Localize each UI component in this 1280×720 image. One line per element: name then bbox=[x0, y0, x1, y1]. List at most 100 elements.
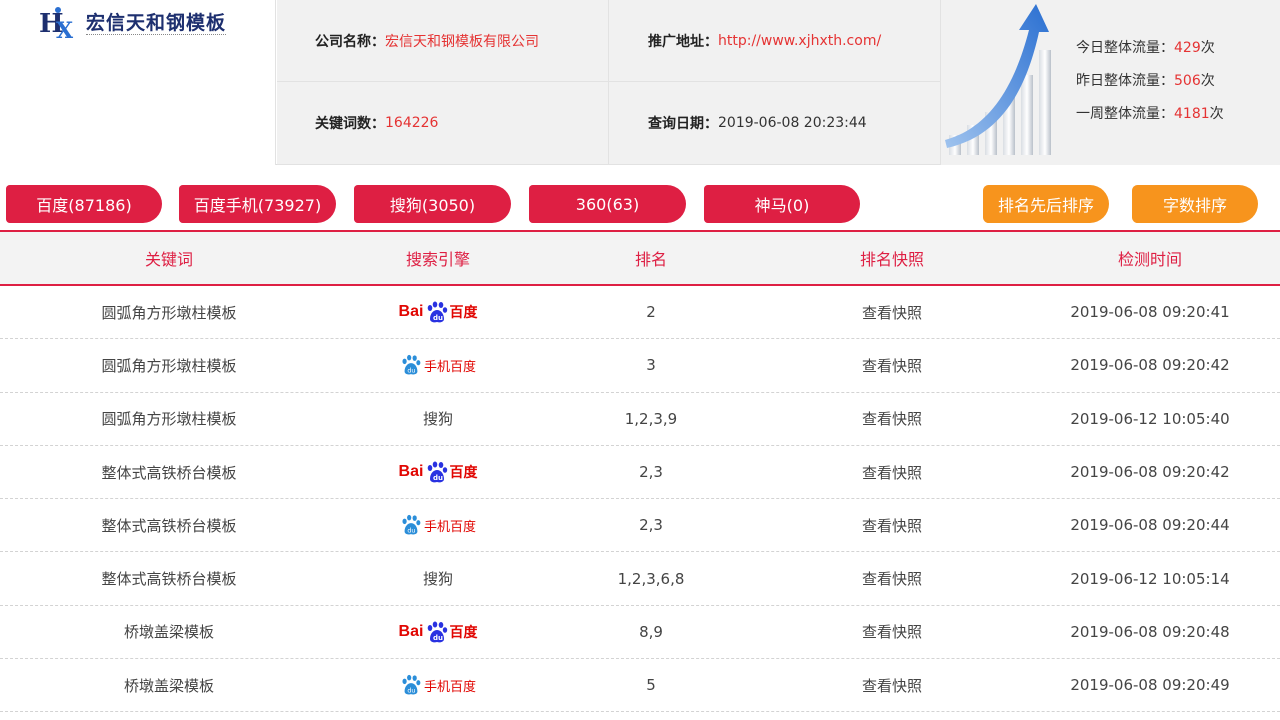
tab-sogou[interactable]: 搜狗(3050) bbox=[354, 185, 511, 223]
company-name-cell: 公司名称： 宏信天和钢模板有限公司 bbox=[277, 0, 609, 82]
mobile-baidu-text: 手机百度 bbox=[423, 519, 476, 535]
header-check-time: 检测时间 bbox=[1117, 250, 1182, 269]
logo-area[interactable]: H X 宏信天和钢模板 bbox=[0, 0, 276, 165]
row-engine: Bai du 百度 bbox=[338, 460, 538, 484]
row-check-time: 2019-06-08 09:20:41 bbox=[1070, 303, 1230, 322]
row-rank: 2,3 bbox=[639, 463, 663, 482]
tab-360[interactable]: 360(63) bbox=[529, 185, 686, 223]
baidu-logo-cn: 百度 bbox=[449, 624, 478, 641]
engine-tabs: 百度(87186) 百度手机(73927) 搜狗(3050) 360(63) 神… bbox=[0, 183, 1280, 225]
baidu-logo-text: Bai bbox=[398, 303, 424, 321]
row-engine: du 手机百度 bbox=[338, 354, 538, 376]
paw-icon: du bbox=[402, 675, 421, 695]
svg-text:du: du bbox=[433, 314, 443, 322]
baidu-logo-icon: Bai du 百度 bbox=[398, 620, 478, 644]
sort-by-rank-button[interactable]: 排名先后排序 bbox=[983, 185, 1109, 223]
traffic-stats: 今日整体流量：429次 昨日整体流量：506次 一周整体流量：4181次 bbox=[1076, 32, 1224, 131]
row-keyword: 桥墩盖梁模板 bbox=[123, 676, 214, 695]
traffic-week-label: 一周整体流量： bbox=[1076, 106, 1174, 122]
header-snapshot: 排名快照 bbox=[859, 250, 924, 269]
row-check-time: 2019-06-12 10:05:14 bbox=[1070, 569, 1230, 588]
row-engine: Bai du 百度 bbox=[338, 300, 538, 324]
promo-url-link[interactable]: http://www.xjhxth.com/ bbox=[718, 33, 881, 49]
tab-shenma[interactable]: 神马(0) bbox=[704, 185, 860, 223]
table-row: 整体式高铁桥台模板 搜狗 1,2,3,6,8 查看快照 2019-06-12 10:… bbox=[0, 552, 1280, 606]
traffic-today-unit: 次 bbox=[1200, 40, 1215, 56]
keywords-value: 164226 bbox=[385, 115, 439, 131]
baidu-logo-icon: Bai du 百度 bbox=[398, 460, 478, 484]
baidu-logo-cn: 百度 bbox=[449, 465, 478, 482]
sogou-label: 搜狗 bbox=[422, 570, 453, 589]
row-rank: 8,9 bbox=[639, 622, 663, 641]
row-keyword: 整体式高铁桥台模板 bbox=[101, 463, 237, 482]
tab-baidu[interactable]: 百度(87186) bbox=[6, 185, 162, 223]
company-value: 宏信天和钢模板有限公司 bbox=[385, 33, 539, 50]
traffic-panel: 今日整体流量：429次 昨日整体流量：506次 一周整体流量：4181次 bbox=[941, 0, 1280, 165]
svg-text:du: du bbox=[407, 687, 415, 695]
baidu-logo-cn: 百度 bbox=[449, 305, 478, 322]
keyword-count-cell: 关键词数： 164226 bbox=[277, 82, 609, 165]
brand-subline bbox=[86, 34, 226, 37]
traffic-today: 今日整体流量：429次 bbox=[1076, 32, 1224, 65]
view-snapshot-link[interactable]: 查看快照 bbox=[764, 515, 1020, 536]
growth-chart-icon bbox=[945, 4, 1051, 155]
table-row: 圆弧角方形墩柱模板 du 手机百度 3 查看快照 2019-06-08 09:20:… bbox=[0, 339, 1280, 393]
row-keyword: 整体式高铁桥台模板 bbox=[101, 570, 237, 589]
row-keyword: 圆弧角方形墩柱模板 bbox=[101, 356, 237, 375]
tab-baidu-mobile[interactable]: 百度手机(73927) bbox=[179, 185, 336, 223]
baidu-logo-text: Bai bbox=[398, 622, 424, 640]
header: H X 宏信天和钢模板 公司名称： 宏信天和钢模板有限公司 推广地址： http… bbox=[0, 0, 1280, 165]
row-check-time: 2019-06-08 09:20:48 bbox=[1070, 622, 1230, 641]
traffic-today-label: 今日整体流量： bbox=[1076, 40, 1174, 56]
paw-icon: du bbox=[428, 461, 448, 483]
table-row: 圆弧角方形墩柱模板 Bai du 百度 2 查看快照 2019-06-08 09:2… bbox=[0, 286, 1280, 340]
promo-url-cell: 推广地址： http://www.xjhxth.com/ bbox=[609, 0, 941, 82]
row-check-time: 2019-06-08 09:20:42 bbox=[1070, 356, 1230, 375]
view-snapshot-link[interactable]: 查看快照 bbox=[764, 302, 1020, 323]
header-engine: 搜索引擎 bbox=[405, 250, 470, 269]
svg-text:X: X bbox=[56, 18, 74, 42]
sogou-label: 搜狗 bbox=[422, 410, 453, 429]
row-rank: 5 bbox=[646, 676, 656, 695]
traffic-week-unit: 次 bbox=[1209, 106, 1224, 122]
table-row: 圆弧角方形墩柱模板 搜狗 1,2,3,9 查看快照 2019-06-12 10:05… bbox=[0, 393, 1280, 446]
header-rank: 排名 bbox=[634, 250, 667, 269]
paw-icon: du bbox=[402, 355, 421, 375]
row-rank: 1,2,3,6,8 bbox=[617, 569, 685, 588]
keywords-label: 关键词数： bbox=[315, 116, 385, 132]
brand-name: 宏信天和钢模板 bbox=[86, 12, 227, 34]
row-rank: 3 bbox=[646, 356, 656, 375]
traffic-yesterday-label: 昨日整体流量： bbox=[1076, 73, 1174, 89]
query-date-cell: 查询日期： 2019-06-08 20:23:44 bbox=[609, 82, 941, 165]
row-check-time: 2019-06-12 10:05:40 bbox=[1070, 409, 1230, 428]
view-snapshot-link[interactable]: 查看快照 bbox=[764, 675, 1020, 696]
paw-icon: du bbox=[428, 301, 448, 323]
row-engine: 搜狗 bbox=[338, 568, 538, 589]
view-snapshot-link[interactable]: 查看快照 bbox=[764, 408, 1020, 429]
url-label: 推广地址： bbox=[648, 33, 718, 50]
company-label: 公司名称： bbox=[315, 33, 385, 50]
svg-text:du: du bbox=[433, 474, 443, 482]
mobile-baidu-logo-icon: du 手机百度 bbox=[400, 514, 476, 536]
view-snapshot-link[interactable]: 查看快照 bbox=[764, 568, 1020, 589]
traffic-yesterday-value: 506 bbox=[1174, 73, 1201, 89]
view-snapshot-link[interactable]: 查看快照 bbox=[764, 462, 1020, 483]
table-row: 整体式高铁桥台模板 du 手机百度 2,3 查看快照 2019-06-08 09:2… bbox=[0, 499, 1280, 553]
table-header: 关键词 搜索引擎 排名 排名快照 检测时间 bbox=[0, 230, 1280, 286]
traffic-today-value: 429 bbox=[1174, 40, 1201, 56]
baidu-logo-text: Bai bbox=[398, 463, 424, 481]
svg-text:du: du bbox=[407, 367, 415, 375]
mobile-baidu-logo-icon: du 手机百度 bbox=[400, 354, 476, 376]
view-snapshot-link[interactable]: 查看快照 bbox=[764, 621, 1020, 642]
header-keyword: 关键词 bbox=[144, 250, 193, 269]
paw-icon: du bbox=[428, 621, 448, 643]
baidu-logo-icon: Bai du 百度 bbox=[398, 300, 478, 324]
sort-by-length-button[interactable]: 字数排序 bbox=[1132, 185, 1258, 223]
traffic-yesterday: 昨日整体流量：506次 bbox=[1076, 65, 1224, 98]
mobile-baidu-logo-icon: du 手机百度 bbox=[400, 674, 476, 696]
ranking-table: 关键词 搜索引擎 排名 排名快照 检测时间 圆弧角方形墩柱模板 Bai du 百… bbox=[0, 230, 1280, 713]
traffic-yesterday-unit: 次 bbox=[1200, 73, 1215, 89]
svg-text:du: du bbox=[407, 527, 415, 535]
row-engine: du 手机百度 bbox=[338, 514, 538, 536]
view-snapshot-link[interactable]: 查看快照 bbox=[764, 355, 1020, 376]
